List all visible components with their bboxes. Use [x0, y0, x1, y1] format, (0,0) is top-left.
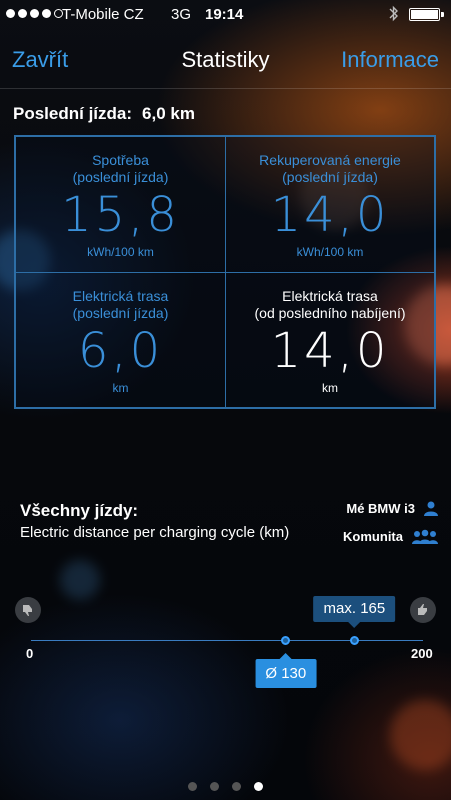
stat-title-line2: (poslední jízda) [72, 169, 169, 185]
stat-title-line1: Rekuperovaná energie [259, 152, 401, 168]
info-button[interactable]: Informace [341, 47, 439, 73]
bluetooth-icon [389, 5, 399, 26]
stat-value: 14,0 [270, 323, 390, 379]
stat-title: Rekuperovaná energie (poslední jízda) [226, 152, 434, 186]
battery-icon [409, 8, 440, 21]
status-bar: T-Mobile CZ 3G 19:14 [0, 0, 451, 30]
carrier-name: T-Mobile CZ [62, 6, 144, 23]
stat-recuperated-energy: Rekuperovaná energie (poslední jízda) 14… [225, 137, 434, 272]
signal-strength-icon [6, 9, 63, 18]
page-dot[interactable] [254, 782, 263, 791]
clock: 19:14 [205, 6, 244, 23]
range-max-label: 200 [411, 646, 433, 661]
battery-level [411, 10, 438, 19]
stat-title: Elektrická trasa (od posledního nabíjení… [226, 288, 434, 322]
stat-unit: km [112, 381, 129, 395]
battery-tip [441, 12, 444, 17]
stats-grid: Spotřeba (poslední jízda) 15,8 kWh/100 k… [14, 135, 436, 409]
stat-title-line1: Elektrická trasa [72, 288, 169, 304]
stat-title: Spotřeba (poslední jízda) [16, 152, 225, 186]
person-icon [423, 500, 439, 516]
stat-title-line1: Spotřeba [92, 152, 149, 168]
stat-unit: kWh/100 km [87, 245, 154, 259]
thumbs-down-icon [15, 597, 41, 623]
legend-label: Mé BMW i3 [346, 500, 415, 516]
stat-title-line2: (od posledního nabíjení) [254, 305, 406, 321]
last-trip-label: Poslední jízda: [13, 104, 133, 123]
stat-title-line1: Elektrická trasa [282, 288, 378, 304]
page-indicator[interactable] [0, 782, 451, 791]
range-min-label: 0 [26, 646, 34, 661]
maximum-marker [349, 636, 359, 645]
maximum-badge: max. 165 [313, 596, 396, 628]
average-badge: Ø 130 [255, 653, 317, 688]
stat-title-line2: (poslední jízda) [282, 169, 378, 185]
stat-unit: kWh/100 km [296, 245, 364, 259]
people-icon [411, 528, 439, 544]
thumbs-up-icon [410, 597, 436, 623]
page-dot[interactable] [232, 782, 241, 791]
range-axis [31, 640, 423, 641]
all-trips-heading: Všechny jízdy: [20, 501, 139, 520]
page-dot[interactable] [188, 782, 197, 791]
nav-divider [0, 88, 451, 89]
metric-description: Electric distance per charging cycle (km… [20, 524, 290, 541]
stat-title: Elektrická trasa (poslední jízda) [16, 288, 225, 322]
stat-electric-distance-since-charge: Elektrická trasa (od posledního nabíjení… [225, 272, 434, 407]
last-trip-value: 6,0 km [142, 104, 195, 123]
legend-community[interactable]: Komunita [343, 528, 439, 544]
stat-value: 6,0 [77, 323, 164, 379]
stat-consumption: Spotřeba (poslední jízda) 15,8 kWh/100 k… [16, 137, 225, 272]
legend-label: Komunita [343, 528, 403, 544]
navigation-bar: Zavřít Statistiky Informace [0, 30, 451, 88]
stat-unit: km [322, 381, 338, 395]
legend-my-bmw[interactable]: Mé BMW i3 [346, 500, 439, 516]
stat-value: 15,8 [61, 187, 180, 243]
stat-title-line2: (poslední jízda) [72, 305, 169, 321]
page-dot[interactable] [210, 782, 219, 791]
bokeh-light [390, 700, 451, 770]
last-trip-summary: Poslední jízda: 6,0 km [13, 104, 205, 124]
bokeh-light [60, 560, 100, 600]
stat-value: 14,0 [270, 187, 390, 243]
network-type: 3G [171, 6, 192, 23]
stat-electric-distance-last-trip: Elektrická trasa (poslední jízda) 6,0 km [16, 272, 225, 407]
